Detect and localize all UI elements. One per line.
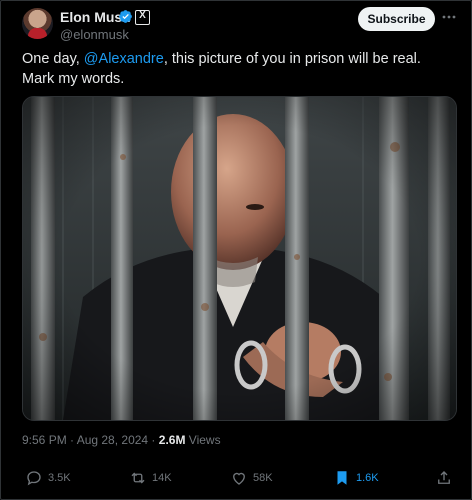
mention-link[interactable]: @Alexandre	[84, 51, 164, 67]
tweet-meta: 9:56 PM · Aug 28, 2024 · 2.6M Views	[22, 433, 221, 447]
more-horizontal-icon[interactable]	[441, 9, 457, 25]
views-count: 2.6M	[158, 433, 186, 447]
bookmark-filled-icon	[337, 471, 347, 485]
heart-icon	[233, 472, 245, 485]
tweet-text: One day, @Alexandre, this picture of you…	[22, 51, 421, 87]
reply-button[interactable]: 3.5K	[25, 469, 71, 487]
tweet-image[interactable]	[22, 96, 457, 421]
bookmark-button[interactable]: 1.6K	[333, 469, 379, 487]
author-handle[interactable]: @elonmusk	[60, 27, 129, 42]
prison-photo	[23, 97, 456, 420]
timestamp[interactable]: 9:56 PM · Aug 28, 2024 ·	[22, 433, 159, 447]
bookmark-count: 1.6K	[356, 472, 379, 484]
reply-count: 3.5K	[48, 472, 71, 484]
like-count: 58K	[253, 472, 273, 484]
repost-button[interactable]: 14K	[129, 469, 172, 487]
share-icon	[438, 471, 450, 484]
verified-badge-icon	[119, 10, 132, 23]
reply-icon	[27, 471, 41, 486]
subscribe-button[interactable]: Subscribe	[358, 7, 435, 31]
tweet-card: Elon Musk X @elonmusk Subscribe One day,…	[0, 0, 472, 500]
share-button[interactable]	[435, 469, 453, 487]
avatar[interactable]	[22, 8, 53, 39]
repost-icon	[131, 472, 145, 484]
x-affiliate-badge-icon: X	[135, 10, 150, 25]
like-button[interactable]: 58K	[230, 469, 273, 487]
repost-count: 14K	[152, 472, 172, 484]
